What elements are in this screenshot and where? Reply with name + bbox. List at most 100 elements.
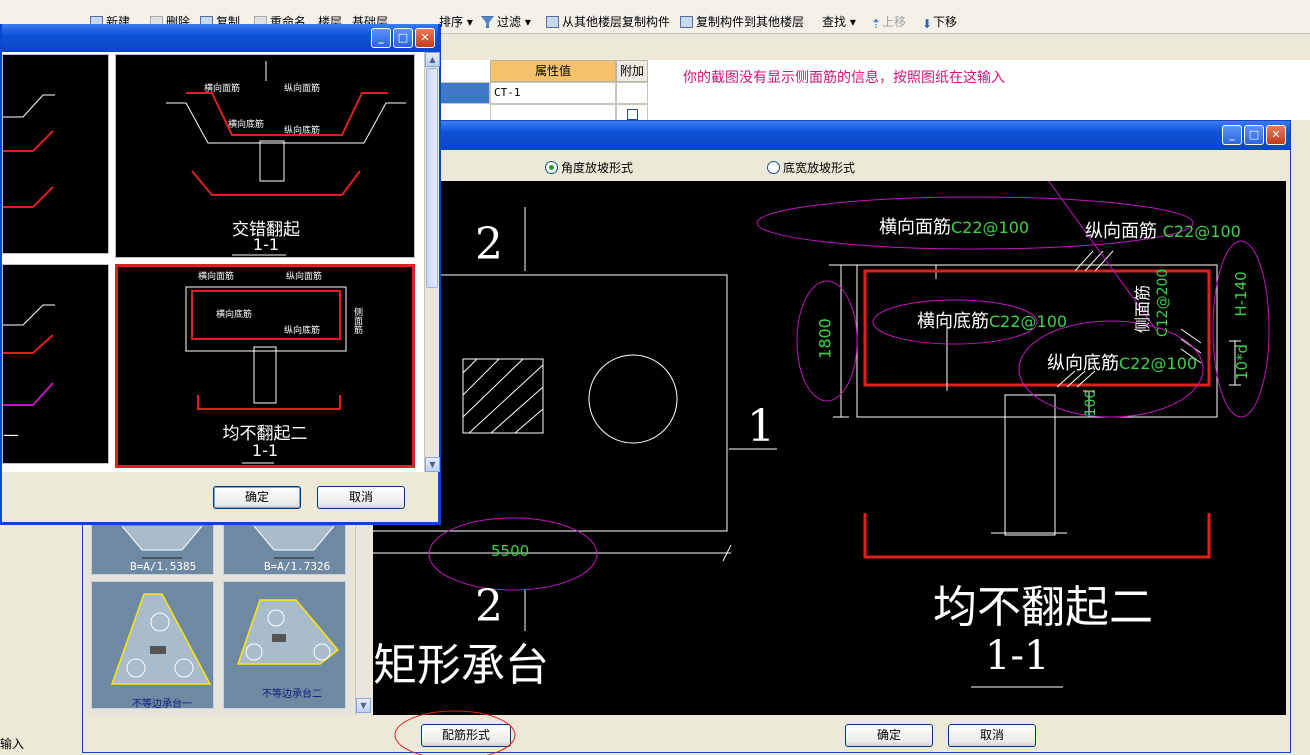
staggered-bottom-longitudinal: 纵向底筋	[284, 126, 321, 136]
dialog-maximize-button[interactable]: □	[393, 28, 413, 48]
close-button[interactable]: ✕	[1266, 125, 1286, 145]
staggered-bottom-transverse: 横向底筋	[228, 120, 265, 130]
thumbnail-shape-2[interactable]: B=A/1.7326	[223, 521, 346, 575]
cad-preview: 2 1 5500 2 矩形承台 横向面筋C22@100 纵向面筋 C22@100…	[373, 181, 1286, 715]
copy-to-floor-icon	[680, 16, 693, 28]
thumbnail-3-label: 不等边承台一	[132, 699, 192, 710]
section-mark-bottom: 2	[475, 581, 503, 632]
copy-to-floor-button[interactable]: 复制构件到其他楼层	[680, 13, 804, 30]
dialog-scrollbar[interactable]: ▲ ▼	[424, 52, 440, 472]
extra-header: 附加	[616, 60, 648, 82]
radio-angle-slope[interactable]: 角度放坡形式	[545, 159, 633, 176]
thumbnail-scrollbar[interactable]: ▼	[355, 521, 371, 715]
side-rebar-name: 侧面筋	[1133, 285, 1152, 334]
shape-name-label: 矩形承台	[373, 640, 549, 691]
staggered-top-transverse: 横向面筋	[204, 84, 241, 94]
dim-h-minus-label: H-140	[1232, 271, 1250, 317]
top-longitudinal-rebar: 纵向面筋 C22@100	[1085, 217, 1241, 243]
option-partial-2[interactable]: —	[2, 264, 109, 464]
bottom-transverse-rebar-name: 横向底筋	[917, 311, 989, 332]
dialog-scroll-thumb[interactable]	[426, 68, 438, 288]
dialog-title-bar: _ □ ✕	[2, 24, 438, 52]
option-partial-2-section: —	[3, 425, 19, 444]
dialog-ok-button[interactable]: 确定	[213, 486, 301, 509]
rebar-config-dialog: _ □ ✕ 横向面筋 纵向面筋 横向底筋 纵向底筋 交错翻起 1-1 — 横向面…	[0, 24, 441, 525]
option-partial-1[interactable]	[2, 54, 109, 254]
radio-width-label: 底宽放坡形式	[783, 161, 856, 175]
option-none-raised-two[interactable]: 横向面筋 纵向面筋 横向底筋 纵向底筋 侧面筋 均不翻起二 1-1	[115, 264, 415, 468]
minimize-button[interactable]: _	[1222, 125, 1242, 145]
down-arrow-icon: ⬇	[922, 17, 933, 31]
option-none-raised-section: 1-1	[251, 441, 279, 460]
dialog-cancel-button[interactable]: 取消	[317, 486, 405, 509]
copy-from-floor-button[interactable]: 从其他楼层复制构件	[546, 13, 670, 30]
radio-width-slope[interactable]: 底宽放坡形式	[767, 159, 855, 176]
thumbnail-unequal-1[interactable]: 不等边承台一	[91, 581, 214, 710]
main-cancel-button[interactable]: 取消	[948, 724, 1036, 747]
radio-angle-indicator[interactable]	[545, 161, 558, 174]
sort-button[interactable]: 排序 ▾	[439, 13, 473, 30]
shape-thumbnail-list: B=A/1.5385 B=A/1.7326 不等边承台一 不等边承台二 ▼	[87, 521, 371, 715]
option-partial-1-figure	[3, 94, 55, 208]
unequal-cap-1-figure	[110, 593, 212, 685]
thumbnail-1-label: B=A/1.5385	[130, 560, 197, 573]
dim-10d-label: 10*d	[1233, 343, 1251, 381]
dim-height-label: 1800	[815, 318, 835, 359]
property-value-cell[interactable]: CT-1	[490, 82, 616, 104]
none-raised-top-longitudinal: 纵向面筋	[286, 272, 323, 282]
top-transverse-rebar-spec: C22@100	[951, 218, 1030, 237]
bottom-longitudinal-rebar-spec: C22@100	[1119, 354, 1198, 373]
dialog-scroll-down-icon[interactable]: ▼	[425, 457, 440, 472]
radio-width-indicator[interactable]	[767, 161, 780, 174]
thumbnail-unequal-2[interactable]: 不等边承台二	[223, 581, 346, 709]
side-rebar-spec: C12@200	[1155, 268, 1171, 337]
top-longitudinal-rebar-spec: C22@100	[1162, 222, 1241, 241]
sort-label: 排序	[439, 15, 464, 29]
none-raised-side: 侧面筋	[352, 307, 362, 334]
status-bar: 输入	[0, 734, 80, 755]
bottom-longitudinal-rebar-name: 纵向底筋	[1047, 353, 1119, 374]
none-raised-bottom-longitudinal: 纵向底筋	[284, 326, 321, 336]
staggered-top-longitudinal: 纵向面筋	[284, 84, 321, 94]
selected-row-indicator[interactable]	[440, 82, 490, 104]
dialog-minimize-button[interactable]: _	[371, 28, 391, 48]
none-raised-bottom-transverse: 横向底筋	[216, 310, 253, 320]
dialog-close-button[interactable]: ✕	[415, 28, 435, 48]
dim-100-label: 100	[1083, 389, 1099, 417]
top-transverse-rebar: 横向面筋C22@100	[879, 213, 1029, 239]
bottom-transverse-rebar-spec: C22@100	[989, 312, 1068, 331]
up-arrow-icon: ⇡	[871, 17, 882, 31]
move-up-button[interactable]: ⇡上移	[871, 13, 907, 31]
top-transverse-rebar-name: 横向面筋	[879, 217, 951, 238]
option-gallery: 横向面筋 纵向面筋 横向底筋 纵向底筋 交错翻起 1-1 — 横向面筋 纵向面筋…	[2, 52, 426, 472]
extra-cell[interactable]	[616, 82, 648, 104]
bottom-transverse-rebar: 横向底筋C22@100	[917, 307, 1067, 333]
filter-icon	[481, 16, 494, 28]
option-staggered[interactable]: 横向面筋 纵向面筋 横向底筋 纵向底筋 交错翻起 1-1	[115, 54, 415, 258]
thumbnail-4-label: 不等边承台二	[262, 689, 322, 700]
find-button[interactable]: 查找 ▾	[822, 13, 856, 30]
option-staggered-section: 1-1	[252, 235, 280, 254]
maximize-button[interactable]: □	[1244, 125, 1264, 145]
section-mark-side: 1	[747, 401, 775, 452]
radio-angle-label: 角度放坡形式	[561, 161, 634, 175]
filter-button[interactable]: 过滤 ▾	[481, 13, 531, 30]
extra-checkbox[interactable]	[627, 109, 638, 120]
thumbnail-shape-1[interactable]: B=A/1.5385	[91, 521, 214, 575]
find-label: 查找	[822, 15, 847, 29]
move-down-button[interactable]: ⬇下移	[922, 13, 957, 31]
scroll-down-icon[interactable]: ▼	[356, 698, 371, 713]
move-up-label: 上移	[882, 15, 907, 29]
main-ok-button[interactable]: 确定	[845, 724, 933, 747]
dialog-scroll-up-icon[interactable]: ▲	[425, 52, 440, 67]
section-label: 1-1	[985, 633, 1050, 679]
copy-to-floor-label: 复制构件到其他楼层	[696, 15, 805, 29]
filter-label: 过滤	[497, 15, 522, 29]
property-value-header: 属性值	[490, 60, 616, 82]
none-raised-top-transverse: 横向面筋	[198, 272, 235, 282]
top-longitudinal-rebar-name: 纵向面筋	[1085, 221, 1157, 242]
dimension-width-label: 5500	[491, 542, 530, 560]
annotation-note: 你的截图没有显示侧面筋的信息，按照图纸在这输入	[683, 70, 1005, 86]
thumbnail-2-label: B=A/1.7326	[264, 560, 331, 573]
copy-from-floor-icon	[546, 16, 559, 28]
